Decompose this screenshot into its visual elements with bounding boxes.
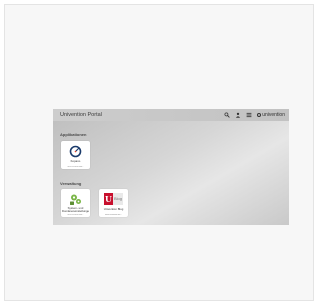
univention-brand[interactable]: univention: [257, 112, 285, 118]
univention-blog-logo: U Blog: [104, 193, 123, 205]
portal-screenshot: Univention Portal univention Applikation…: [53, 109, 289, 225]
browser-viewport: Univention Portal univention Applikation…: [4, 4, 314, 301]
search-icon[interactable]: [224, 112, 230, 118]
header-actions: univention: [224, 111, 285, 119]
tile-system-settings[interactable]: System- und Domäneneinstellungen ucs1959…: [61, 189, 90, 217]
brand-text: univention: [262, 112, 285, 118]
blog-logo-letter: U: [104, 193, 113, 205]
tile-kopano[interactable]: Kopano ucs1959.local.univ...: [61, 141, 90, 169]
tile-label: Kopano: [70, 160, 81, 163]
tile-sublabel: www.univention.de/...: [105, 214, 122, 216]
tile-label: Univention Blog: [103, 208, 124, 211]
tile-sublabel: ucs1959.local.univ...: [67, 214, 84, 216]
section-title-verwaltung: Verwaltung: [60, 181, 82, 186]
tile-label-line2: Domäneneinstellungen: [62, 210, 89, 213]
menu-icon[interactable]: [246, 112, 252, 118]
portal-header: Univention Portal univention: [53, 109, 289, 121]
section-title-applikationen: Applikationen: [60, 132, 87, 137]
tile-sublabel: ucs1959.local.univ...: [67, 166, 84, 168]
portal-title: Univention Portal: [60, 112, 102, 118]
univention-logo-icon: [257, 113, 262, 117]
blog-logo-text: Blog: [113, 193, 123, 205]
system-settings-gears-icon: [70, 194, 81, 205]
user-icon[interactable]: [235, 112, 241, 118]
tile-univention-blog[interactable]: U Blog Univention Blog www.univention.de…: [99, 189, 128, 217]
kopano-gauge-icon: [69, 145, 82, 158]
